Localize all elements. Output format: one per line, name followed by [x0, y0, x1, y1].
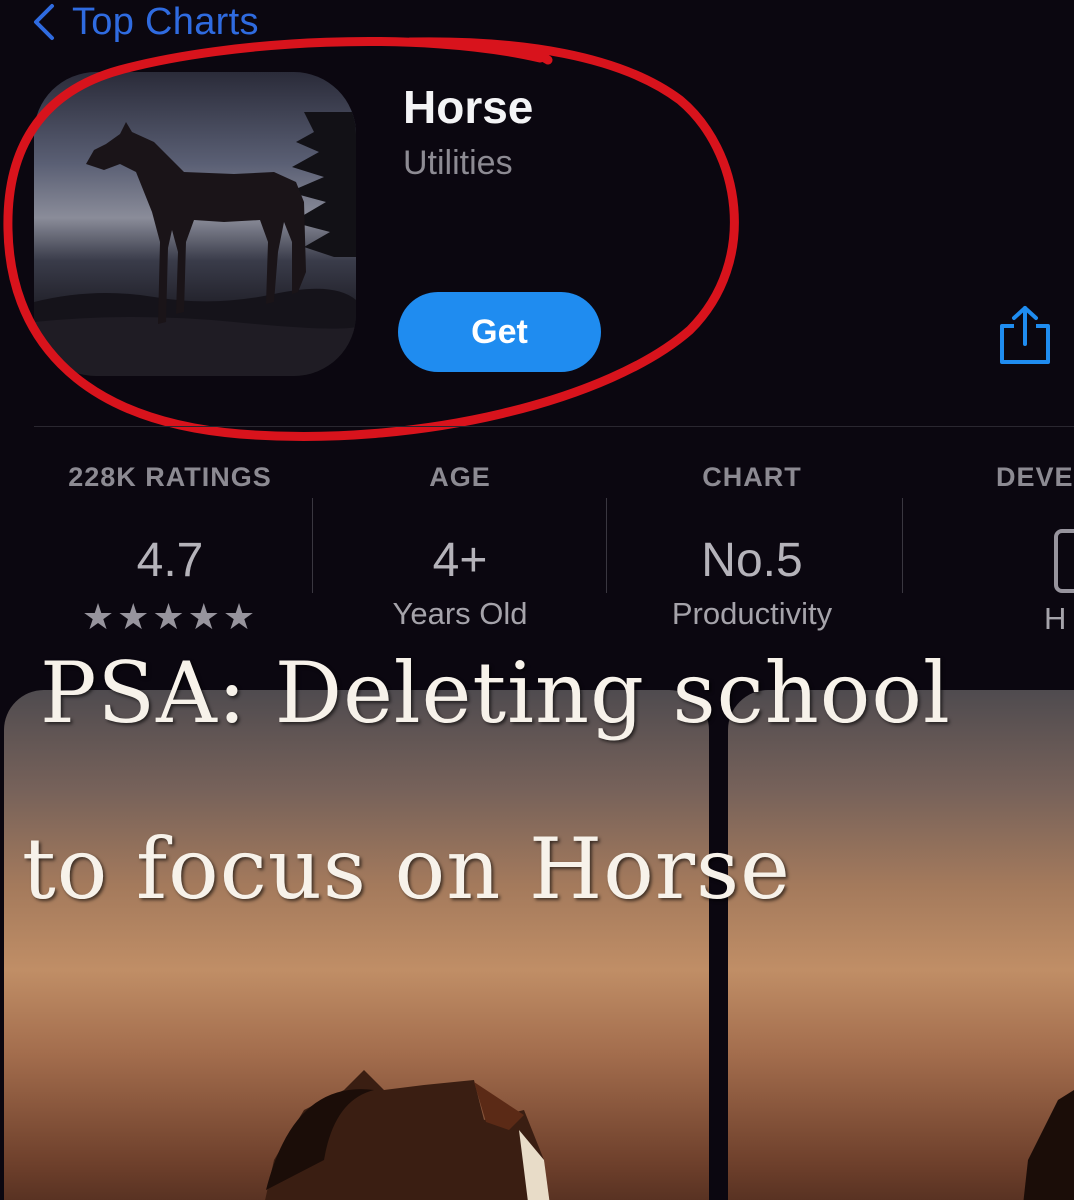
developer-detail: H	[1044, 601, 1067, 636]
developer-stat: DEVE H	[990, 462, 1074, 637]
ratings-stat: 228K RATINGS 4.7 ★★★★★	[36, 462, 304, 638]
chart-stat: CHART No.5 Productivity	[618, 462, 886, 632]
screenshot-gallery[interactable]	[0, 640, 1074, 1200]
developer-icon	[1054, 529, 1074, 593]
stars-icon: ★★★★★	[81, 596, 259, 637]
stat-divider	[606, 498, 607, 593]
screenshot-1[interactable]	[4, 690, 709, 1200]
app-icon	[34, 72, 356, 376]
app-category: Utilities	[403, 144, 513, 182]
header-divider	[34, 426, 1074, 427]
chart-header: CHART	[702, 462, 802, 492]
age-value: 4+	[432, 534, 488, 587]
screenshot-2[interactable]	[728, 690, 1074, 1200]
stat-divider	[312, 498, 313, 593]
app-title: Horse	[403, 81, 534, 133]
age-stat: AGE 4+ Years Old	[325, 462, 595, 632]
age-detail: Years Old	[392, 596, 528, 631]
get-button[interactable]: Get	[398, 292, 601, 372]
age-header: AGE	[429, 462, 491, 492]
back-to-top-charts[interactable]: Top Charts	[30, 0, 259, 44]
back-label: Top Charts	[72, 0, 259, 43]
chart-detail: Productivity	[671, 596, 833, 631]
rating-value: 4.7	[136, 534, 204, 587]
ratings-header: 228K RATINGS	[68, 462, 272, 492]
share-button[interactable]	[996, 304, 1054, 366]
chevron-left-icon	[34, 4, 54, 40]
stat-divider	[902, 498, 903, 593]
chart-value: No.5	[701, 534, 803, 587]
developer-header: DEVE	[996, 462, 1074, 492]
share-icon	[1000, 306, 1050, 364]
